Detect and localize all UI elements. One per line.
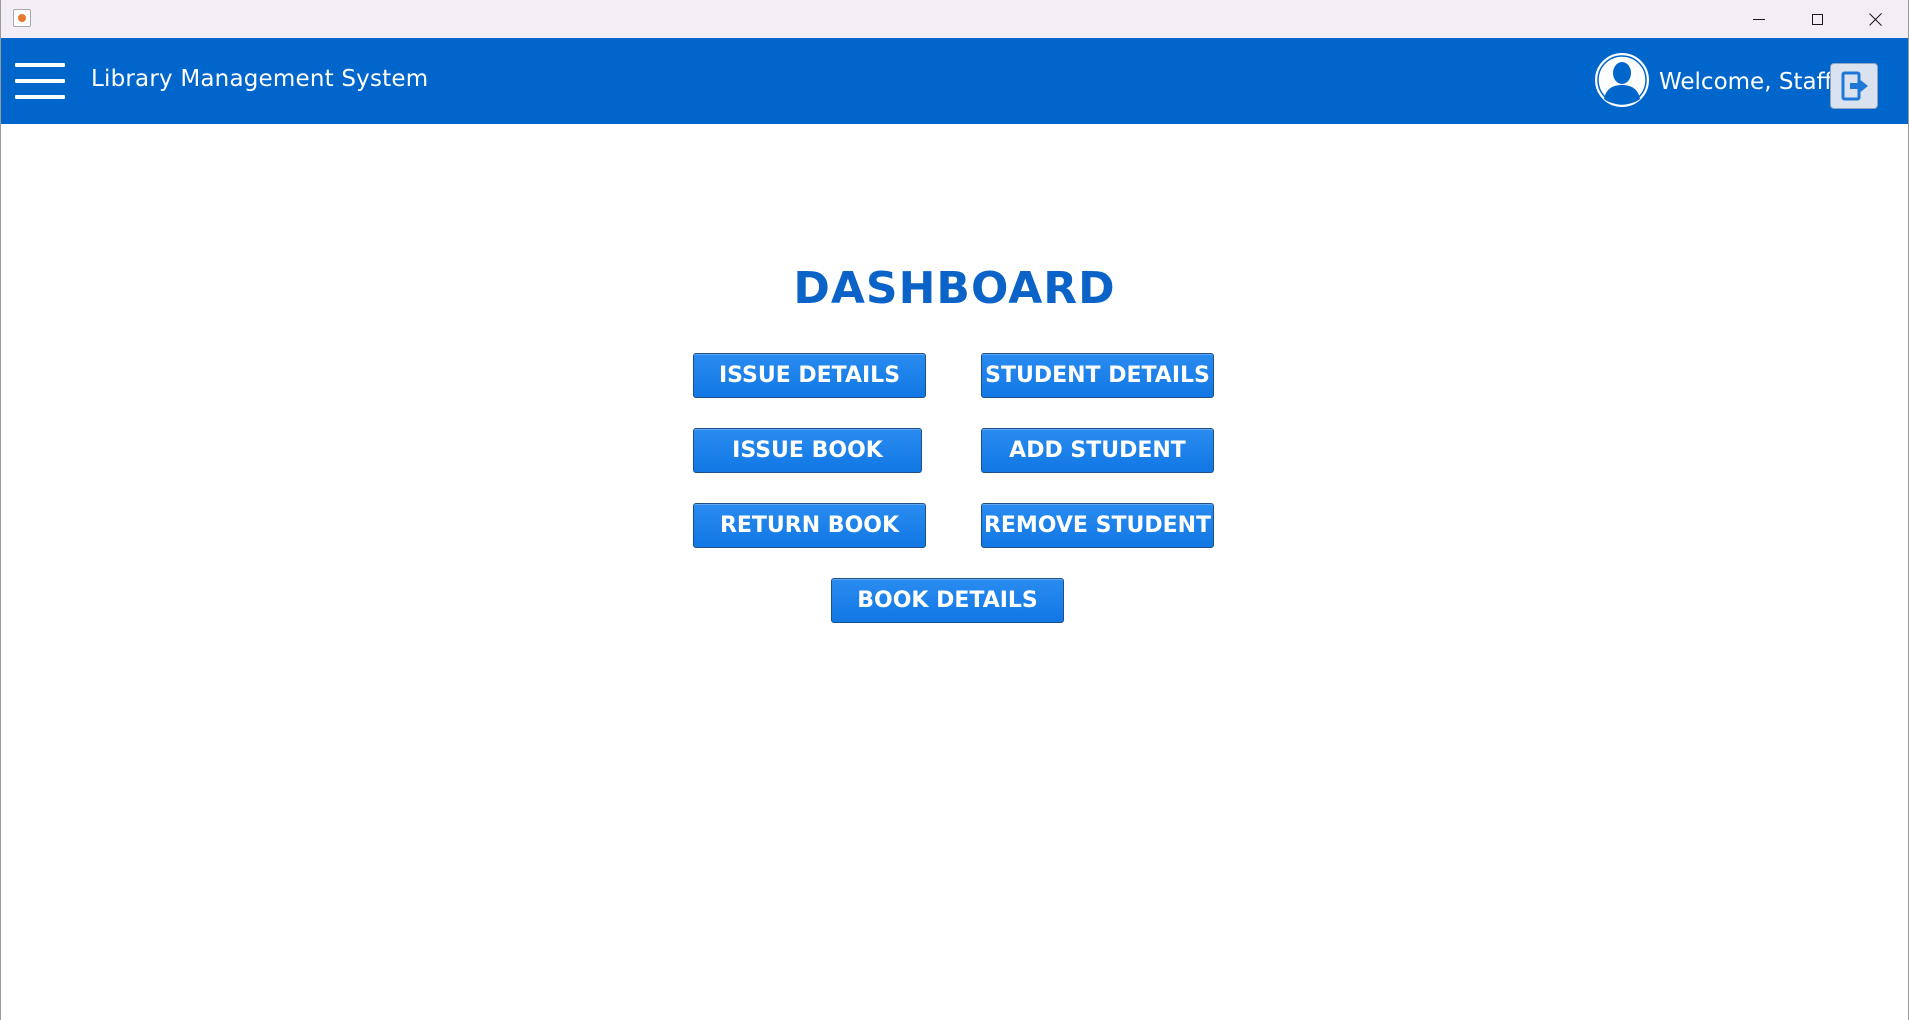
- student-details-button[interactable]: STUDENT DETAILS: [981, 353, 1214, 398]
- app-title: Library Management System: [91, 66, 429, 92]
- minimize-icon: [1753, 18, 1765, 20]
- java-app-icon: [13, 9, 31, 27]
- os-title-bar[interactable]: [1, 0, 1908, 39]
- maximize-button[interactable]: [1788, 0, 1846, 38]
- book-details-button[interactable]: BOOK DETAILS: [831, 578, 1064, 623]
- logout-button[interactable]: [1830, 63, 1878, 109]
- remove-student-button[interactable]: REMOVE STUDENT: [981, 503, 1214, 548]
- app-header: Library Management System Welcome, Staff…: [1, 38, 1908, 124]
- app-window: Library Management System Welcome, Staff…: [0, 0, 1909, 1020]
- issue-details-button[interactable]: ISSUE DETAILS: [693, 353, 926, 398]
- user-avatar-icon: [1595, 53, 1649, 107]
- logout-icon: [1841, 71, 1868, 101]
- return-book-button[interactable]: RETURN BOOK: [693, 503, 926, 548]
- add-student-button[interactable]: ADD STUDENT: [981, 428, 1214, 473]
- issue-book-button[interactable]: ISSUE BOOK: [693, 428, 922, 473]
- close-icon: [1869, 12, 1883, 26]
- welcome-text: Welcome, Staff!: [1659, 69, 1842, 95]
- close-button[interactable]: [1847, 0, 1905, 38]
- hamburger-menu-icon[interactable]: [15, 63, 65, 99]
- minimize-button[interactable]: [1730, 0, 1788, 38]
- dashboard-title: DASHBOARD: [793, 263, 1116, 314]
- maximize-icon: [1811, 13, 1823, 25]
